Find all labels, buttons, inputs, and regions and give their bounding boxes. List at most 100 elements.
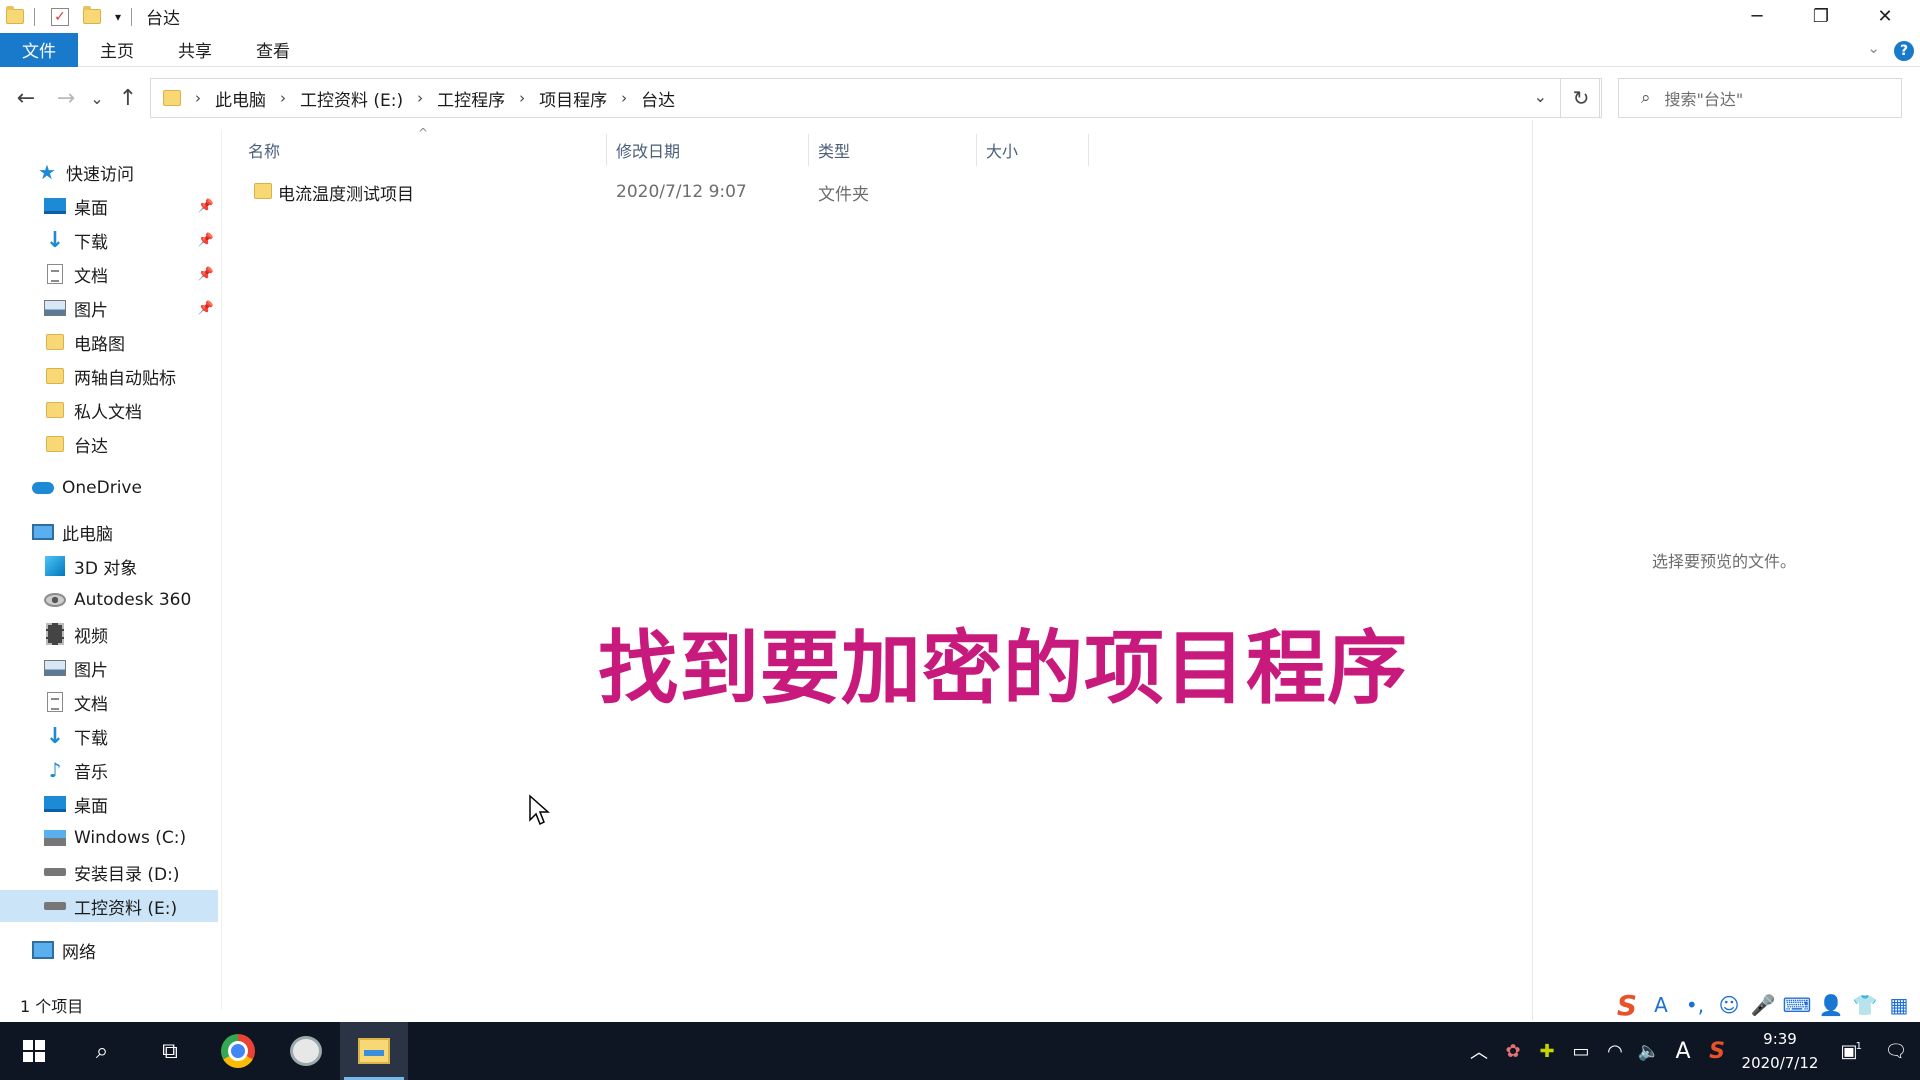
show-hidden-icons-icon[interactable]: ︿: [1462, 1038, 1496, 1064]
sidebar-item-delta[interactable]: 台达: [0, 428, 218, 460]
taskbar-file-explorer[interactable]: [340, 1022, 408, 1080]
pictures-icon: [44, 297, 66, 319]
restore-button[interactable]: ❐: [1790, 0, 1852, 33]
tab-home[interactable]: 主页: [78, 33, 156, 67]
notification-count: 1: [1855, 1040, 1862, 1052]
column-header-type[interactable]: 类型: [818, 134, 974, 166]
breadcrumb-drive-e[interactable]: 工控资料 (E:): [292, 86, 411, 111]
close-button[interactable]: ✕: [1854, 0, 1916, 33]
pin-icon: 📌: [197, 300, 214, 316]
breadcrumb-separator[interactable]: ›: [189, 89, 207, 107]
address-bar[interactable]: › 此电脑 › 工控资料 (E:) › 工控程序 › 项目程序 › 台达 ⌄: [150, 78, 1600, 118]
sidebar-item-network[interactable]: 网络: [0, 934, 218, 966]
pane-divider[interactable]: [221, 130, 222, 1010]
up-button[interactable]: ↑: [108, 76, 148, 120]
breadcrumb-separator[interactable]: ›: [615, 89, 633, 107]
mouse-cursor-icon: [529, 794, 550, 826]
sidebar-item-desktop[interactable]: 桌面 📌: [0, 190, 218, 222]
pin-icon: 📌: [197, 232, 214, 248]
sidebar-item-drive-e[interactable]: 工控资料 (E:): [0, 890, 218, 922]
properties-icon[interactable]: ✓: [51, 7, 69, 26]
sidebar-item-circuit-diagrams[interactable]: 电路图: [0, 326, 218, 358]
system-tray: ︿ ✿ ✚ ▭ ◠ 🔈 A S 9:39 2020/7/12 ▣ 1 🗨: [1462, 1022, 1920, 1080]
sidebar-item-autodesk-360[interactable]: Autodesk 360: [0, 584, 218, 616]
action-center-icon[interactable]: 🗨: [1872, 1041, 1920, 1062]
security-tray-icon[interactable]: ✚: [1530, 1041, 1564, 1062]
punctuation-icon[interactable]: •,: [1682, 992, 1708, 1018]
new-folder-icon[interactable]: [83, 6, 101, 26]
breadcrumb-separator[interactable]: ›: [513, 89, 531, 107]
preview-divider[interactable]: [1532, 120, 1533, 1020]
start-button[interactable]: [0, 1022, 68, 1080]
recent-locations-button[interactable]: ⌄: [86, 76, 108, 120]
sidebar-item-documents[interactable]: 文档 📌: [0, 258, 218, 290]
tab-file[interactable]: 文件: [0, 32, 78, 67]
table-row[interactable]: 电流温度测试项目 2020/7/12 9:07 文件夹: [244, 176, 1094, 208]
sogou-logo-icon[interactable]: S: [1614, 989, 1640, 1022]
sidebar-item-label: 电路图: [74, 334, 125, 355]
sidebar-item-downloads[interactable]: ↓ 下载 📌: [0, 224, 218, 256]
refresh-button[interactable]: ↻: [1560, 78, 1602, 118]
taskbar-chrome[interactable]: [204, 1022, 272, 1080]
sidebar-item-quick-access[interactable]: ★ 快速访问: [0, 156, 218, 188]
column-divider[interactable]: [976, 134, 977, 166]
sidebar-item-pictures[interactable]: 图片 📌: [0, 292, 218, 324]
sidebar-item-music[interactable]: ♪ 音乐: [0, 754, 218, 786]
customize-toolbar-icon[interactable]: ▾: [109, 8, 127, 26]
sogou-tray-icon[interactable]: S: [1700, 1039, 1734, 1064]
desktop-switch-icon[interactable]: ▣ 1: [1826, 1041, 1872, 1062]
tab-share[interactable]: 共享: [156, 33, 234, 67]
help-icon[interactable]: ?: [1894, 41, 1914, 61]
taskbar-paint[interactable]: [272, 1022, 340, 1080]
sidebar-item-drive-c[interactable]: Windows (C:): [0, 822, 218, 854]
volume-icon[interactable]: 🔈: [1632, 1041, 1666, 1062]
sidebar-item-pc-downloads[interactable]: ↓ 下载: [0, 720, 218, 752]
sidebar-item-two-axis-labeling[interactable]: 两轴自动贴标: [0, 360, 218, 392]
toolbox-icon[interactable]: ▦: [1886, 992, 1912, 1018]
battery-icon[interactable]: ▭: [1564, 1041, 1598, 1062]
search-box[interactable]: ⌕ 搜索"台达": [1618, 78, 1902, 118]
column-divider[interactable]: [808, 134, 809, 166]
column-header-size[interactable]: 大小: [986, 134, 1086, 166]
sidebar-item-videos[interactable]: 视频: [0, 618, 218, 650]
breadcrumb-delta[interactable]: 台达: [633, 86, 683, 111]
sidebar-item-drive-d[interactable]: 安装目录 (D:): [0, 856, 218, 888]
wifi-icon[interactable]: ◠: [1598, 1041, 1632, 1062]
column-header-modified[interactable]: 修改日期: [616, 134, 806, 166]
emoji-icon[interactable]: ☺: [1716, 992, 1742, 1018]
forward-button[interactable]: →: [46, 76, 86, 120]
sidebar-item-onedrive[interactable]: OneDrive: [0, 472, 218, 504]
sidebar-item-this-pc[interactable]: 此电脑: [0, 516, 218, 548]
breadcrumb-industrial-programs[interactable]: 工控程序: [429, 86, 513, 111]
ime-mode-icon[interactable]: A: [1648, 992, 1674, 1018]
user-icon[interactable]: 👤: [1818, 992, 1844, 1018]
sidebar-item-pc-documents[interactable]: 文档: [0, 686, 218, 718]
app-tray-icon[interactable]: ✿: [1496, 1041, 1530, 1062]
minimize-button[interactable]: ─: [1726, 0, 1788, 33]
sidebar-item-label: 两轴自动贴标: [74, 368, 176, 389]
column-divider[interactable]: [1088, 134, 1089, 166]
sidebar-item-3d-objects[interactable]: 3D 对象: [0, 550, 218, 582]
column-divider[interactable]: [606, 134, 607, 166]
sidebar-item-label: 3D 对象: [74, 558, 138, 579]
clock[interactable]: 9:39 2020/7/12: [1734, 1027, 1826, 1075]
sidebar-item-pc-pictures[interactable]: 图片: [0, 652, 218, 684]
expand-ribbon-icon[interactable]: ⌄: [1867, 39, 1880, 57]
input-language-icon[interactable]: A: [1666, 1039, 1700, 1064]
breadcrumb-this-pc[interactable]: 此电脑: [207, 86, 274, 111]
breadcrumb-separator[interactable]: ›: [411, 89, 429, 107]
network-icon: [32, 939, 54, 961]
task-view-button[interactable]: ⧉: [136, 1022, 204, 1080]
back-button[interactable]: ←: [6, 76, 46, 120]
sidebar-item-private-documents[interactable]: 私人文档: [0, 394, 218, 426]
address-dropdown-icon[interactable]: ⌄: [1534, 87, 1547, 106]
skin-icon[interactable]: 👕: [1852, 992, 1878, 1018]
breadcrumb-project-programs[interactable]: 项目程序: [531, 86, 615, 111]
breadcrumb-separator[interactable]: ›: [274, 89, 292, 107]
column-header-name[interactable]: 名称: [248, 134, 604, 166]
sidebar-item-pc-desktop[interactable]: 桌面: [0, 788, 218, 820]
microphone-icon[interactable]: 🎤: [1750, 992, 1776, 1018]
keyboard-icon[interactable]: ⌨: [1783, 992, 1812, 1018]
search-button[interactable]: ⌕: [68, 1022, 136, 1080]
tab-view[interactable]: 查看: [234, 33, 312, 67]
